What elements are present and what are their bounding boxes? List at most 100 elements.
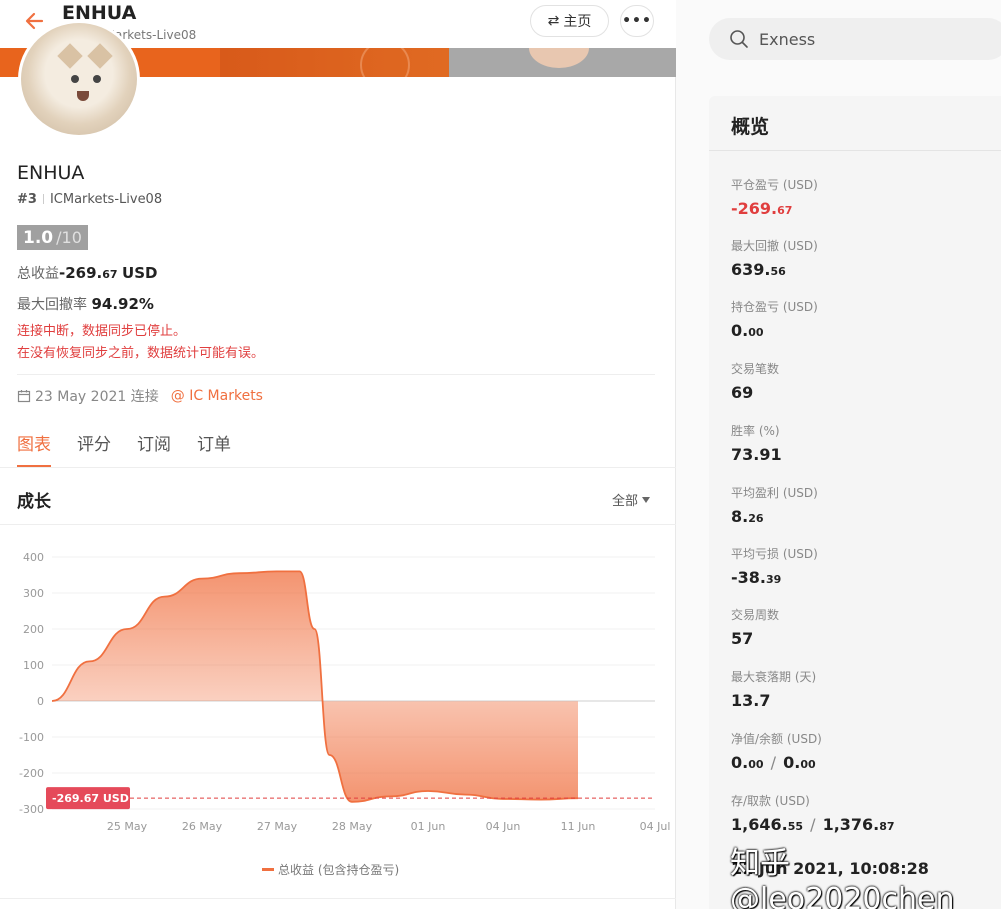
stat-item: 持仓盈亏 (USD) 0.00 (731, 298, 818, 340)
search-input[interactable] (759, 29, 979, 49)
home-button-label: 主页 (563, 14, 592, 30)
more-options-button[interactable]: ••• (620, 5, 654, 37)
calendar-icon (17, 390, 31, 403)
profile-name: ENHUA (17, 162, 85, 184)
stat-item: 最大衰落期 (天) 13.7 (731, 668, 816, 710)
x-tick-label: 28 May (332, 820, 373, 833)
stat-item: 平均盈利 (USD) 8.26 (731, 484, 818, 526)
y-tick-label: 400 (23, 551, 44, 564)
stat-item: 交易周数 57 (731, 606, 779, 648)
range-dropdown[interactable]: 全部 (612, 490, 651, 509)
x-tick-label: 25 May (107, 820, 148, 833)
stat-label: 持仓盈亏 (USD) (731, 300, 818, 314)
sync-warning: 连接中断，数据同步已停止。 (17, 324, 187, 339)
x-tick-label: 01 Jun (411, 820, 446, 833)
stat-value: 69 (731, 383, 779, 402)
current-value-label: -269.67 USD (46, 787, 130, 810)
stat-value-secondary-decimals: 87 (879, 820, 895, 833)
stat-value: 11 Jun 2021, 10:08:28 (731, 859, 929, 878)
x-tick-label: 26 May (182, 820, 223, 833)
divider (0, 898, 676, 899)
max-drawdown-value: 94.92% (91, 295, 154, 313)
stat-value: -38.39 (731, 568, 818, 587)
stat-value-secondary-decimals: 00 (800, 758, 816, 771)
stat-value-decimals: 39 (765, 573, 782, 586)
stat-value: 0.00 / 0.00 (731, 753, 822, 772)
y-tick-label: -200 (19, 767, 44, 780)
stat-item: 交易笔数 69 (731, 360, 779, 402)
stat-value-main: 0. (731, 753, 749, 772)
profile-rank: #3 (17, 192, 37, 207)
connect-info: 23 May 2021 连接 @ IC Markets (17, 386, 263, 406)
total-profit-row: 总收益-269.67 USD (17, 263, 157, 283)
stat-value-decimals: 67 (777, 204, 793, 217)
caret-down-icon (642, 497, 651, 503)
stat-value-main: -38. (731, 568, 766, 587)
search-icon (730, 30, 748, 48)
profile-server: ICMarkets-Live08 (49, 192, 163, 207)
stat-value-decimals: 26 (748, 512, 764, 525)
x-tick-label: 04 Jun (486, 820, 521, 833)
growth-chart: 400 300 200 100 0 -100 -200 -300 25 May 26 May 27… (19, 551, 671, 833)
stat-label: 净值/余额 (USD) (731, 732, 822, 746)
broker-link[interactable]: @ IC Markets (171, 388, 263, 404)
stat-label: 交易笔数 (731, 362, 780, 376)
more-dots-icon: ••• (622, 13, 652, 29)
stat-value-separator: / (765, 753, 782, 772)
stat-value-decimals: 55 (787, 820, 803, 833)
tab-rating[interactable]: 评分 (77, 430, 111, 468)
x-tick-label: 04 Jul (640, 820, 671, 833)
stat-item: 最大回撤 (USD) 639.56 (731, 237, 818, 279)
tab-subscribe[interactable]: 订阅 (137, 430, 171, 468)
stat-value-main: 13.7 (731, 691, 771, 710)
chart-legend: 总收益 (包含持仓盈亏) (262, 861, 399, 878)
stat-value-decimals: 00 (748, 326, 764, 339)
range-dropdown-label: 全部 (612, 494, 639, 509)
total-profit-label: 总收益 (17, 266, 59, 282)
tab-chart[interactable]: 图表 (17, 430, 51, 468)
overview-title: 概览 (731, 116, 770, 138)
stat-item: 平均亏损 (USD) -38.39 (731, 545, 818, 587)
y-tick-label: -100 (19, 731, 44, 744)
tab-bar: 图表 评分 订阅 订单 (17, 430, 231, 468)
x-tick-label: 11 Jun (561, 820, 596, 833)
swap-icon: ⇄ (547, 13, 560, 29)
stat-value: 0.00 (731, 321, 818, 340)
stat-value-decimals: 00 (748, 758, 764, 771)
total-profit-decimals: 67 (102, 268, 118, 281)
y-tick-label: 0 (37, 695, 44, 708)
y-tick-label: -300 (19, 803, 44, 816)
stat-label: 存/取款 (USD) (731, 794, 810, 808)
stat-value-secondary: 1,376. (822, 815, 880, 834)
stat-label: 交易周数 (731, 608, 780, 622)
stat-value: -269.67 (731, 199, 818, 218)
stat-value-main: 73.91 (731, 445, 782, 464)
home-button[interactable]: ⇄ 主页 (530, 5, 609, 37)
search-bar (709, 18, 1001, 60)
stat-value-main: -269. (731, 199, 778, 218)
current-value-text: -269.67 USD (52, 792, 129, 805)
stat-item: 净值/余额 (USD) 0.00 / 0.00 (731, 730, 822, 772)
total-profit-value: -269. (59, 264, 103, 282)
divider (709, 150, 1001, 151)
y-tick-label: 200 (23, 623, 44, 636)
divider (17, 374, 655, 375)
banner-segment (220, 48, 449, 77)
overview-sidebar: 概览 平仓盈亏 (USD) -269.67 最大回撤 (USD) 639.56 持仓盈亏… (676, 0, 1001, 909)
y-tick-label: 300 (23, 587, 44, 600)
divider (0, 524, 676, 525)
stat-value: 13.7 (731, 691, 816, 710)
tab-orders[interactable]: 订单 (197, 430, 231, 468)
stat-item: 存/取款 (USD) 1,646.55 / 1,376.87 (731, 792, 895, 834)
sync-warning-detail: 在没有恢复同步之前，数据统计可能有误。 (17, 346, 265, 361)
stat-item: 平仓盈亏 (USD) -269.67 (731, 176, 818, 218)
max-drawdown-row: 最大回撤率 94.92% (17, 294, 154, 314)
stat-value-main: 1,646. (731, 815, 788, 834)
score-max: /10 (56, 228, 82, 247)
stat-value: 57 (731, 629, 779, 648)
connect-date: 23 May 2021 连接 (35, 389, 159, 405)
stat-value-separator: / (805, 815, 821, 834)
banner-photo (449, 48, 676, 77)
stat-item: 11 Jun 2021, 10:08:28 (731, 853, 929, 878)
max-drawdown-label: 最大回撤率 (17, 297, 87, 313)
